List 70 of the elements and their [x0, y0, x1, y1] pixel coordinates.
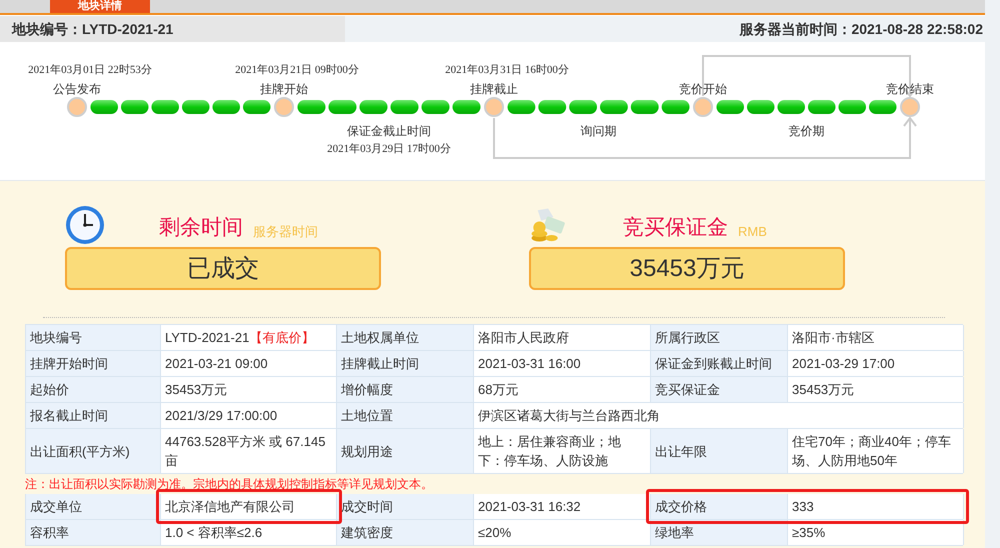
segment-label: 竞价期 [788, 123, 824, 140]
field-label: 地块编号 [26, 325, 161, 350]
field-label: 报名截止时间 [26, 403, 161, 428]
stage-node [693, 97, 713, 117]
stage-time: 2021年03月31日 16时00分 [445, 63, 569, 78]
field-label: 容积率 [26, 520, 161, 545]
field-label: 成交单位 [26, 494, 161, 519]
segment-label: 保证金截止时间 [347, 123, 431, 140]
field-label: 土地权属单位 [337, 325, 474, 350]
field-label: 成交价格 [651, 494, 788, 519]
progress-pill [360, 100, 388, 114]
progress-pill [212, 100, 240, 114]
progress-pill [243, 100, 270, 114]
summary-subtitle: 服务器时间 [253, 222, 318, 240]
stage-node [274, 97, 294, 117]
summary-subtitle: RMB [738, 222, 767, 240]
field-label: 成交时间 [337, 494, 474, 519]
summary-value: 35453万元 [529, 247, 845, 290]
progress-pill [538, 100, 566, 114]
stage-label: 竞价结束 [886, 81, 934, 98]
field-label: 出让年限 [651, 429, 788, 473]
stage-label: 竞价开始 [679, 81, 727, 98]
progress-pill [152, 100, 179, 114]
stage-label: 挂牌开始 [260, 81, 308, 98]
field-label: 增价幅度 [337, 377, 474, 402]
progress-pill [630, 100, 659, 114]
segment-label: 询问期 [580, 123, 616, 140]
note-text: 注：出让面积以实际勘测为准。宗地内的具体规划控制指标等详见规划文本。 [25, 474, 963, 494]
progress-pill [328, 100, 356, 114]
progress-pill [716, 100, 744, 114]
progress-pill [298, 100, 326, 114]
field-label: 挂牌截止时间 [337, 351, 474, 376]
stage-time: 2021年03月01日 22时53分 [28, 63, 152, 78]
stage-label: 挂牌截止 [470, 81, 518, 98]
progress-pill [390, 100, 418, 114]
field-label: 规划用途 [337, 429, 474, 473]
stage-time: 2021年03月21日 09时00分 [235, 63, 359, 78]
field-label: 建筑密度 [337, 520, 474, 545]
parcel-number: 地块编号：LYTD-2021-21 [12, 20, 174, 38]
progress-pill [90, 100, 118, 114]
stage-node [484, 97, 504, 117]
stage-node [67, 97, 87, 117]
server-time: 服务器当前时间：2021-08-28 22:58:02 [739, 20, 983, 38]
progress-pill [778, 100, 805, 114]
progress-pill [422, 100, 450, 114]
summary-value: 已成交 [65, 247, 381, 290]
field-label: 出让面积(平方米) [26, 429, 161, 473]
field-label: 挂牌开始时间 [26, 351, 161, 376]
summary-title: 竞买保证金 [623, 214, 728, 240]
progress-pill [869, 100, 896, 114]
stage-label: 公告发布 [53, 81, 101, 98]
progress-pill [508, 100, 536, 114]
progress-pill [808, 100, 836, 114]
field-label: 竞买保证金 [651, 377, 788, 402]
progress-pill [121, 100, 148, 114]
field-label: 保证金到账截止时间 [651, 351, 788, 376]
segment-time: 2021年03月29日 17时00分 [327, 142, 451, 157]
stage-node [900, 97, 920, 117]
progress-pill [452, 100, 480, 114]
progress-pill [747, 100, 774, 114]
progress-pill [569, 100, 597, 114]
field-label: 所属行政区 [651, 325, 788, 350]
progress-pill [182, 100, 210, 114]
field-label: 土地位置 [337, 403, 474, 428]
progress-pill [838, 100, 866, 114]
progress-pill [600, 100, 628, 114]
progress-pill [662, 100, 690, 114]
summary-title: 剩余时间 [159, 214, 243, 240]
field-label: 起始价 [26, 377, 161, 402]
clock-icon [65, 205, 105, 245]
